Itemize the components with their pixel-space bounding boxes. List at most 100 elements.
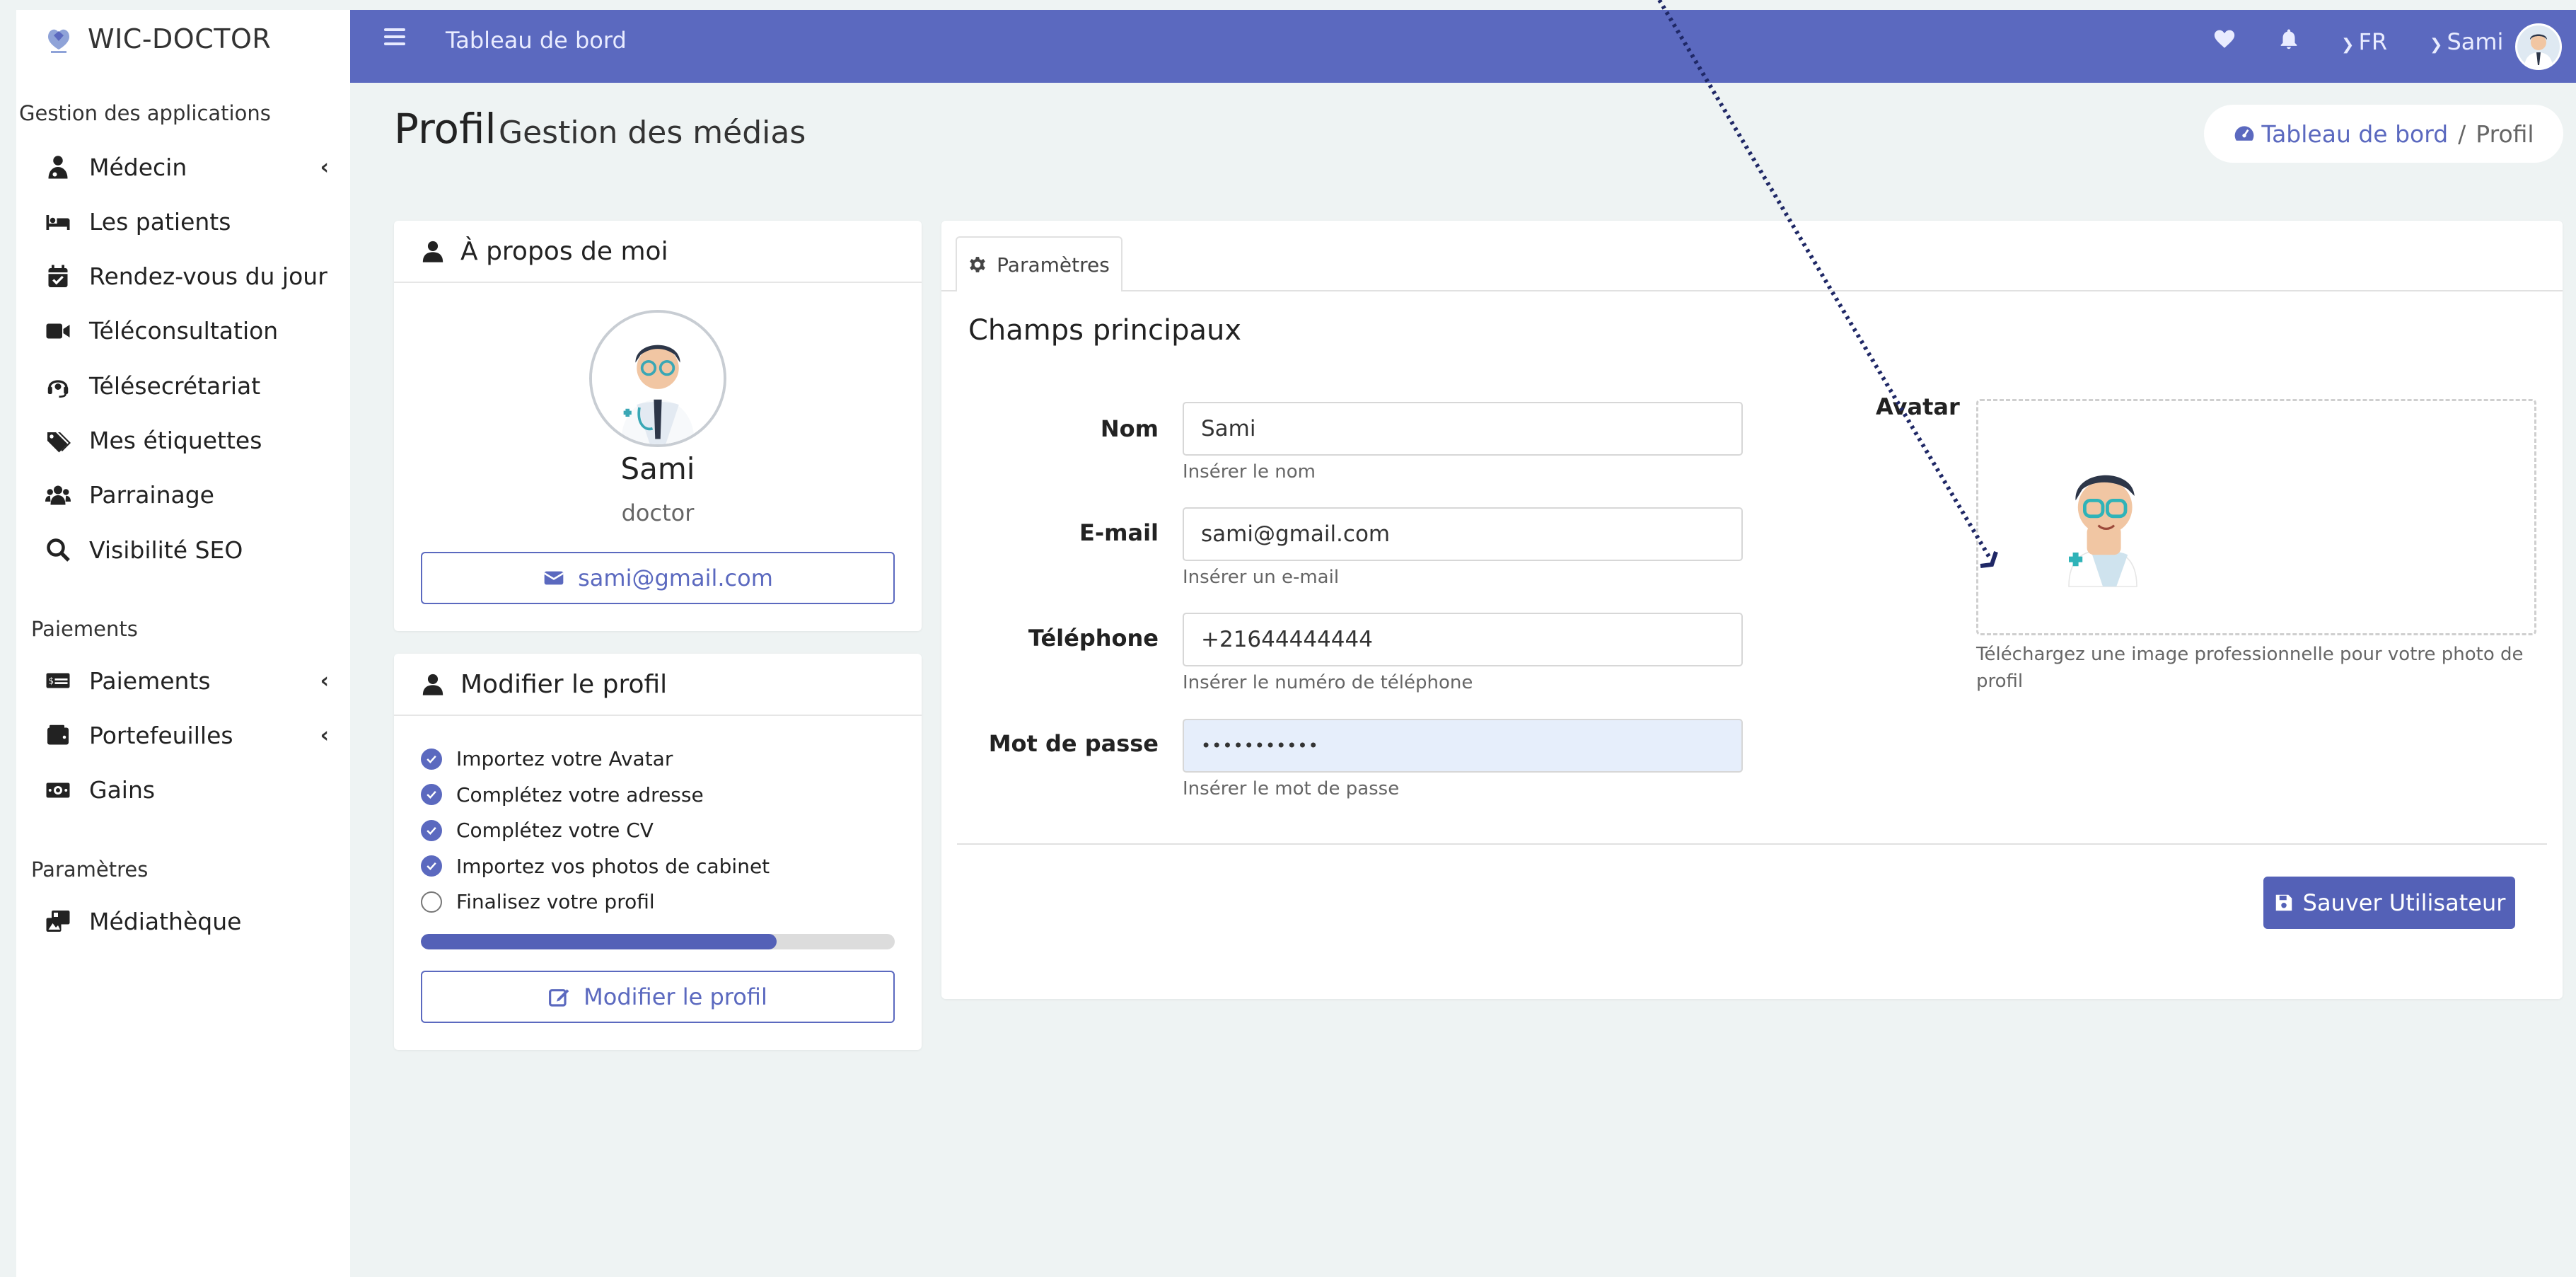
chevron-left-icon: ‹	[320, 722, 329, 748]
sidebar-item-pay-2[interactable]: Gains	[44, 769, 350, 811]
email-help: Insérer un e-mail	[1183, 567, 1340, 588]
breadcrumb: Tableau de bord / Profil	[2204, 105, 2563, 163]
sidebar-item-label: Téléconsultation	[89, 317, 279, 345]
chevron-left-icon: ‹	[320, 154, 329, 180]
save-user-button[interactable]: Sauver Utilisateur	[2263, 877, 2515, 929]
password-input[interactable]: •••••••••••	[1183, 719, 1743, 773]
app-logo[interactable]: WIC-DOCTOR	[41, 21, 271, 57]
sidebar-item-label: Mes étiquettes	[89, 427, 262, 454]
profile-role: doctor	[621, 499, 695, 526]
doctor-icon	[44, 153, 72, 181]
sidebar-item-set-0[interactable]: Médiathèque	[44, 900, 350, 942]
task-item: Importez votre Avatar	[421, 747, 673, 770]
envelope-icon	[544, 571, 564, 585]
chevron-down-icon: ❯	[2341, 36, 2355, 54]
phone-label: Téléphone	[1028, 625, 1159, 652]
photo-video-icon	[44, 907, 72, 935]
tags-icon	[44, 427, 72, 455]
dropzone-blank	[2178, 401, 2534, 633]
sidebar-item-app-6[interactable]: Parrainage	[44, 474, 350, 516]
sidebar-item-label: Portefeuilles	[89, 721, 233, 749]
sidebar-item-pay-1[interactable]: Portefeuilles ‹	[44, 714, 350, 756]
profile-avatar	[589, 310, 726, 447]
profile-progress-bar	[421, 934, 895, 949]
chevron-left-icon: ‹	[320, 668, 329, 693]
floppy-disk-icon	[2275, 894, 2292, 911]
language-label: FR	[2358, 28, 2388, 55]
bed-icon	[44, 207, 72, 236]
edit-profile-card: Modifier le profil Importez votre Avatar…	[394, 654, 922, 1050]
sidebar-item-app-2[interactable]: Rendez-vous du jour	[44, 255, 350, 298]
check-circle-icon[interactable]	[421, 748, 442, 770]
logo-icon	[48, 29, 69, 53]
sidebar-item-app-3[interactable]: Téléconsultation	[44, 310, 350, 352]
password-help: Insérer le mot de passe	[1183, 778, 1400, 799]
about-card-header: À propos de moi	[394, 221, 922, 283]
profile-progress-fill	[421, 934, 777, 949]
doctor-avatar-icon	[2068, 475, 2137, 587]
task-item: Complétez votre CV	[421, 819, 654, 842]
task-label: Importez votre Avatar	[456, 747, 673, 770]
sidebar-item-app-5[interactable]: Mes étiquettes	[44, 420, 350, 462]
edit-profile-button[interactable]: Modifier le profil	[421, 971, 895, 1023]
tab-parametres[interactable]: Paramètres	[956, 236, 1122, 291]
avatar-help: Téléchargez une image professionnelle po…	[1976, 644, 2524, 692]
about-card: À propos de moi Sami doctor sami@gmail.c…	[394, 221, 922, 631]
sidebar-item-label: Parrainage	[89, 481, 214, 509]
tachometer-icon	[2235, 126, 2254, 141]
avatar[interactable]	[2515, 23, 2562, 70]
sidebar-item-app-7[interactable]: Visibilité SEO	[44, 528, 350, 571]
edit-profile-button-label: Modifier le profil	[584, 983, 767, 1010]
doctor-avatar-icon	[2517, 25, 2560, 68]
nom-help: Insérer le nom	[1183, 461, 1316, 483]
check-circle-icon[interactable]	[421, 784, 442, 805]
page-title: Profil	[394, 105, 497, 153]
app-name: WIC-DOCTOR	[88, 23, 272, 54]
sidebar-section-apps: Gestion des applications	[19, 101, 271, 125]
check-circle-icon[interactable]	[421, 855, 442, 877]
menu-toggle-button[interactable]	[384, 28, 405, 47]
avatar-upload-dropzone[interactable]	[1976, 399, 2536, 635]
edit-profile-card-title: Modifier le profil	[460, 669, 668, 699]
bell-icon[interactable]	[2277, 27, 2301, 51]
user-name: Sami	[2447, 28, 2504, 55]
password-label: Mot de passe	[988, 730, 1159, 757]
form-divider	[957, 843, 2547, 845]
sidebar-section-settings: Paramètres	[31, 857, 149, 882]
user-menu[interactable]: ❯ Sami	[2430, 28, 2503, 55]
section-title: Champs principaux	[968, 314, 1242, 347]
sidebar-item-app-0[interactable]: Médecin ‹	[44, 146, 350, 188]
sidebar-item-pay-0[interactable]: $ Paiements ‹	[44, 659, 350, 702]
topbar	[350, 10, 2576, 83]
email-button[interactable]: sami@gmail.com	[421, 552, 895, 604]
nom-label: Nom	[1100, 415, 1159, 442]
user-icon	[422, 241, 443, 262]
users-icon	[44, 481, 72, 509]
video-icon	[44, 317, 72, 345]
edit-profile-card-header: Modifier le profil	[394, 654, 922, 716]
task-item: Complétez votre adresse	[421, 783, 704, 807]
task-label: Complétez votre adresse	[456, 782, 704, 807]
sidebar-item-label: Médecin	[89, 153, 187, 181]
sidebar-item-app-1[interactable]: Les patients	[44, 200, 350, 243]
sidebar-item-label: Paiements	[89, 666, 211, 695]
check-circle-icon[interactable]	[421, 819, 442, 841]
sidebar-section-payments: Paiements	[31, 617, 138, 641]
breadcrumb-home-label: Tableau de bord	[2261, 120, 2449, 148]
doctor-avatar-icon	[592, 313, 724, 444]
breadcrumb-current: Profil	[2476, 120, 2534, 148]
topbar-title[interactable]: Tableau de bord	[446, 27, 627, 54]
sidebar-item-label: Médiathèque	[89, 907, 242, 935]
breadcrumb-home-link[interactable]: Tableau de bord	[2233, 120, 2448, 148]
edit-icon	[549, 989, 569, 1007]
headset-icon	[44, 371, 72, 400]
sidebar-item-label: Rendez-vous du jour	[89, 262, 327, 291]
annotation-arrow	[1657, 0, 1998, 568]
sidebar-item-app-4[interactable]: Télésecrétariat	[44, 364, 350, 407]
language-selector[interactable]: ❯ FR	[2341, 28, 2387, 55]
svg-text:$: $	[49, 676, 54, 686]
heart-icon[interactable]	[2212, 27, 2236, 51]
gear-icon	[970, 257, 986, 272]
empty-circle-icon[interactable]	[421, 891, 442, 913]
phone-input[interactable]: +21644444444	[1183, 613, 1743, 666]
